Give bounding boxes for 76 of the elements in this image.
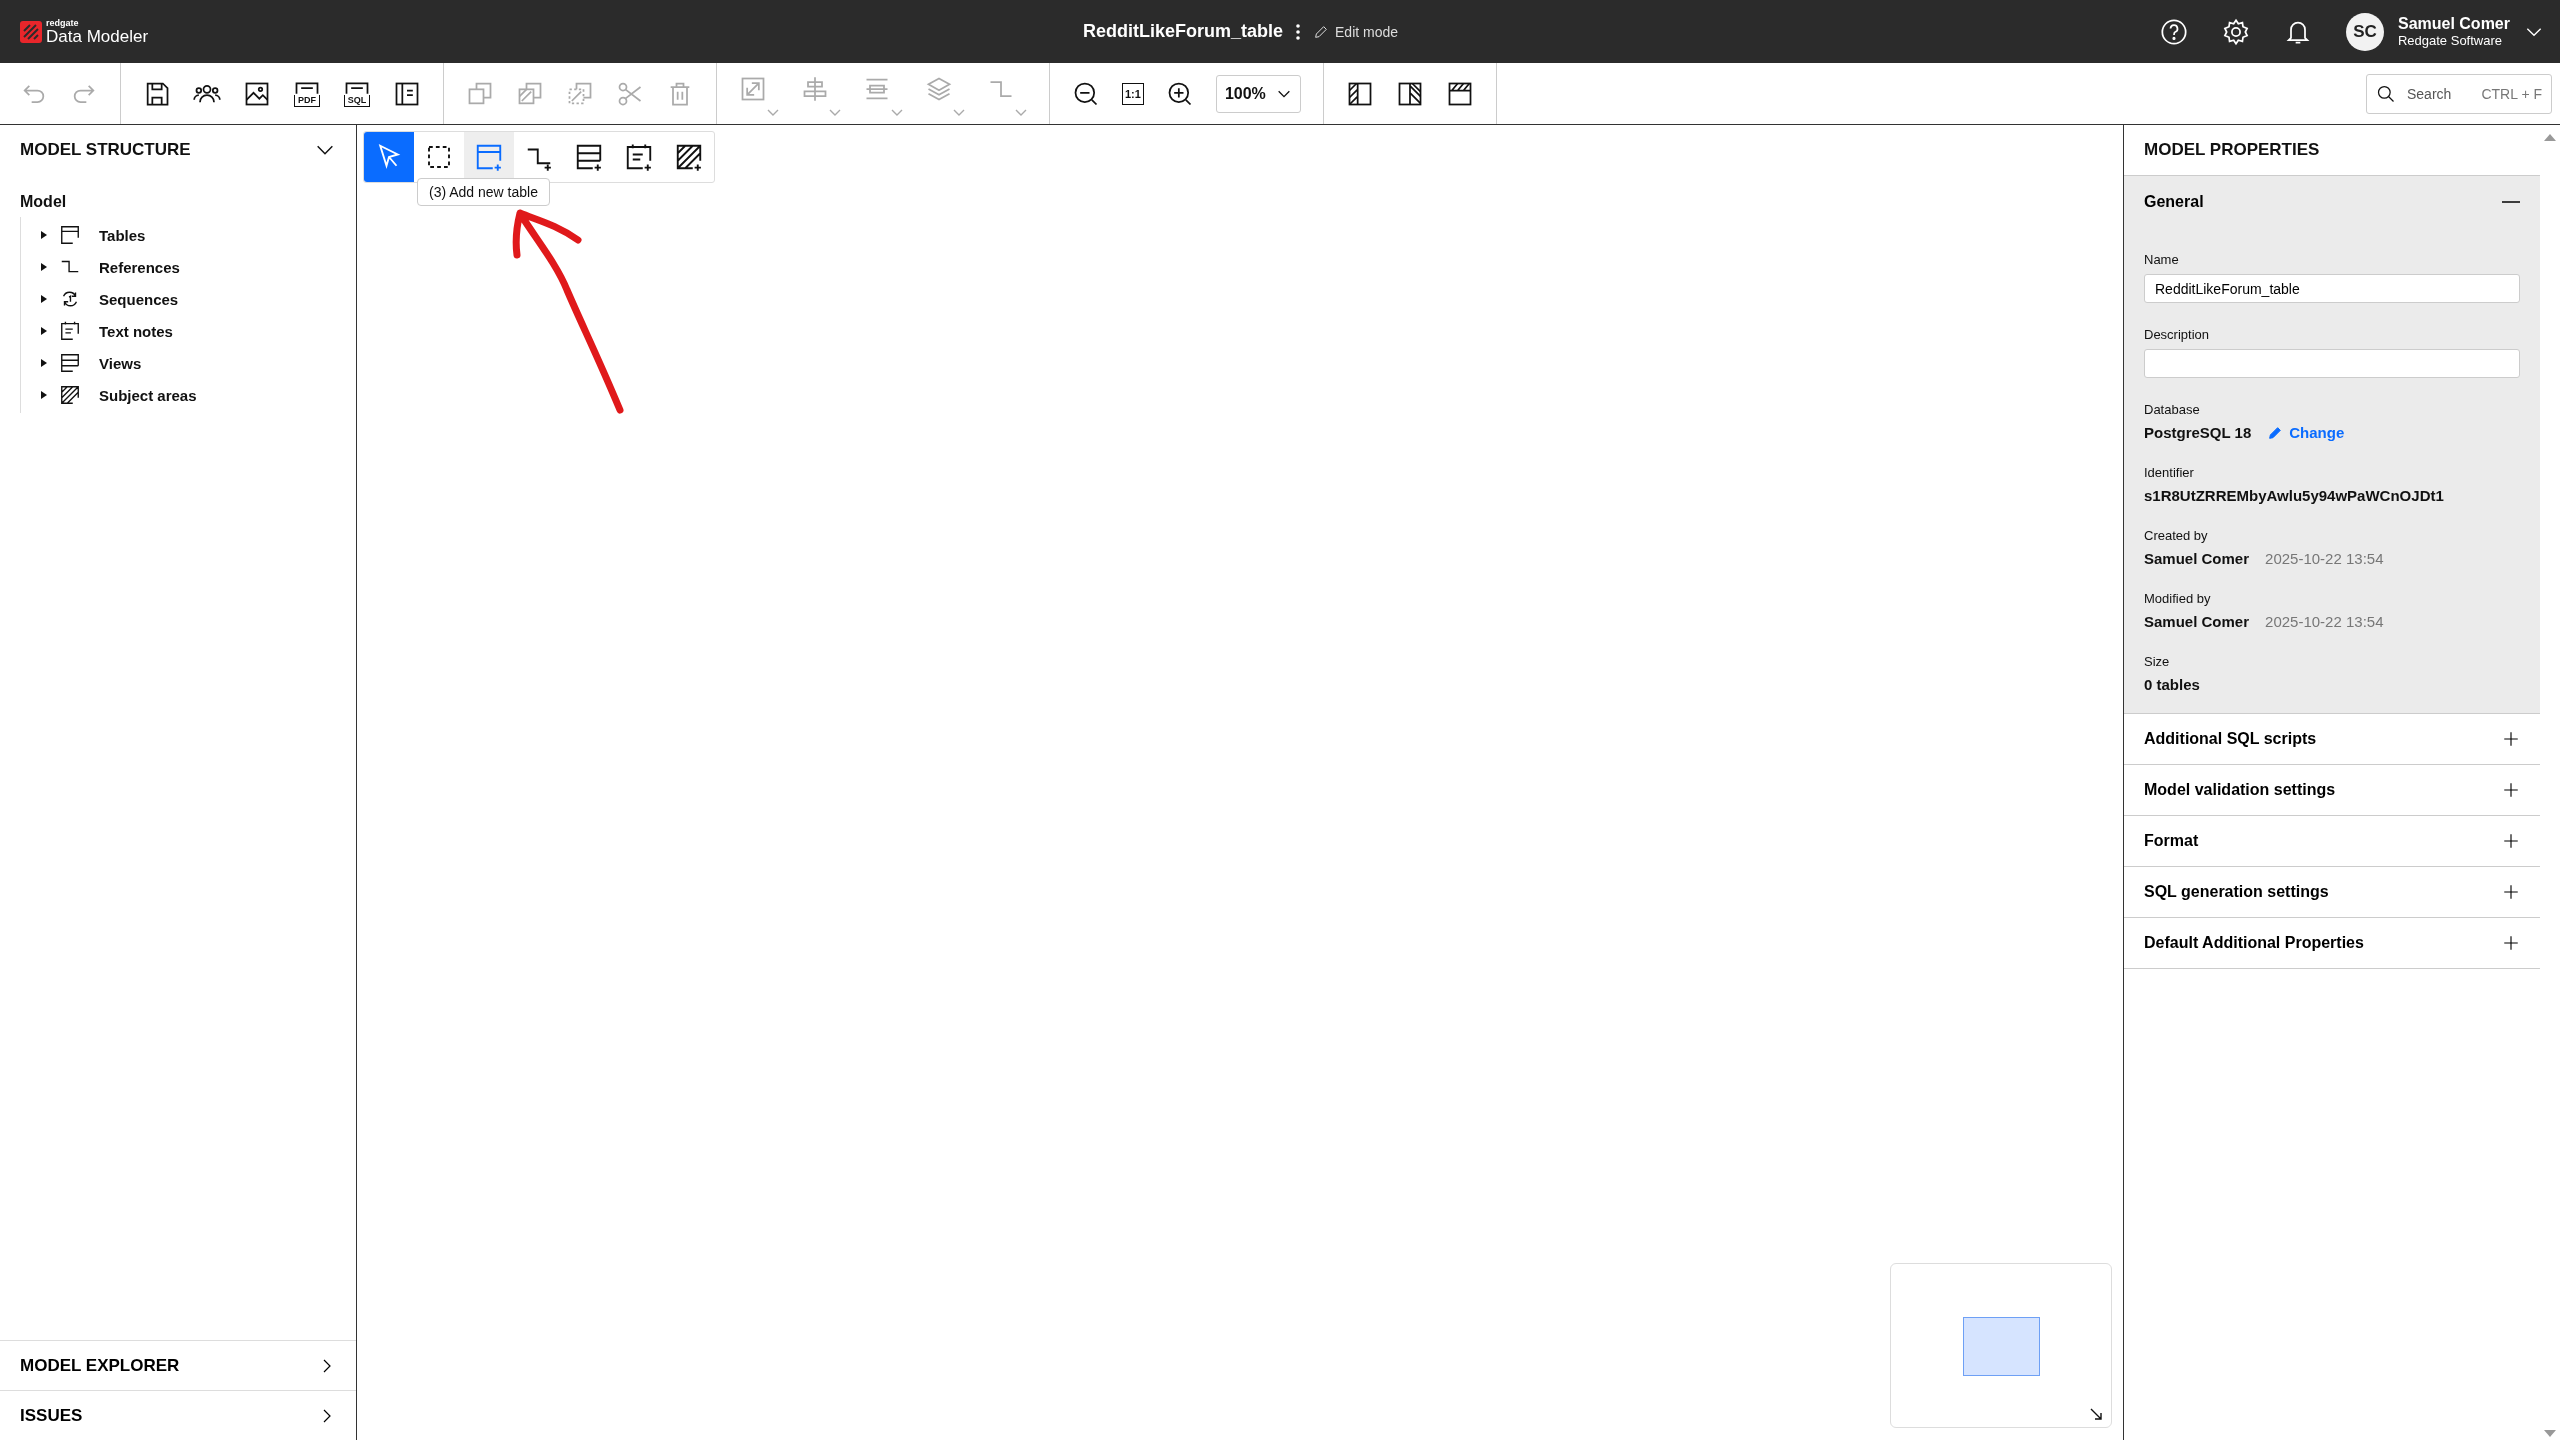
field-label: Created by [2144,528,2209,543]
keyboard-shortcut: CTRL + F [2481,85,2542,102]
pencil-icon [1313,23,1330,40]
tree-item[interactable]: Sequences [99,290,179,308]
panel-title: MODEL STRUCTURE [20,140,191,160]
tree-item[interactable]: Subject areas [99,386,197,404]
field-value: PostgreSQL 18 [2144,424,2252,441]
timestamp: 2025-10-22 13:54 [2265,550,2384,567]
field-value: s1R8UtZRREMbyAwlu5y94wPaWCnOJDt1 [2144,487,2444,504]
user-avatar[interactable]: SC [2345,12,2384,51]
tree-root[interactable]: Model [0,175,356,217]
tree-item[interactable]: Views [99,354,142,372]
tree-item[interactable]: Tables [99,226,146,244]
note-icon [59,320,81,342]
field-label: Name [2144,252,2180,267]
field-label: Database [2144,402,2201,417]
field-value: Samuel Comer [2144,550,2250,567]
scroll-up-icon[interactable] [2544,133,2556,141]
pencil-icon [2267,424,2284,441]
settings-icon [2221,17,2250,46]
field-value: 0 tables [2144,676,2200,693]
add-area-icon [674,142,704,172]
expand-icon [2502,730,2520,748]
section-header[interactable]: Default Additional Properties [2124,918,2540,969]
field-label: Identifier [2144,465,2195,480]
tree-item[interactable]: Text notes [99,322,173,340]
tooltip: (3) Add new table [417,178,550,206]
section-header[interactable]: Additional SQL scripts [2124,714,2540,765]
align-icon [801,74,829,103]
scroll-down-icon[interactable] [2544,1430,2556,1438]
collapsed-panel-header[interactable]: ISSUES [0,1390,356,1440]
brand-name: redgate [46,18,80,28]
panel-title: MODEL PROPERTIES [2144,140,2320,160]
change-link[interactable]: Change [2267,424,2345,441]
expand-icon [2502,883,2520,901]
field-label: Modified by [2144,591,2212,606]
view-icon [59,352,81,374]
section-header[interactable]: Format [2124,816,2540,867]
edit-mode-label[interactable]: Edit mode [1335,23,1399,40]
expand-caret-icon[interactable] [39,390,49,400]
add-view-icon [574,142,604,172]
toolbar-button[interactable]: PDF [293,75,321,112]
subject-area-icon [59,384,81,406]
expand-caret-icon[interactable] [39,262,49,272]
tree-item[interactable]: References [99,258,180,276]
document-title: RedditLikeForum_table [1083,21,1284,42]
product-name: Data Modeler [46,27,149,45]
user-name: Samuel Comer [2397,15,2510,33]
help-icon [2159,17,2188,46]
field-value: Samuel Comer [2144,613,2250,630]
section-header[interactable]: SQL generation settings [2124,867,2540,918]
more-options-icon[interactable] [1295,21,1302,42]
expand-caret-icon[interactable] [39,230,49,240]
text-input[interactable] [2144,349,2520,378]
expand-caret-icon[interactable] [39,358,49,368]
timestamp: 2025-10-22 13:54 [2265,613,2384,630]
resize-arrow-icon[interactable] [2089,1407,2103,1421]
toolbar-button[interactable]: SQL [343,75,371,112]
logo-icon [20,20,42,43]
collapsed-panel-header[interactable]: MODEL EXPLORER [0,1340,356,1390]
table-icon [59,224,81,246]
add-note-icon [624,142,654,172]
field-label: Size [2144,654,2171,669]
field-label: Description [2144,327,2211,342]
add-table-icon [474,142,504,172]
expand-icon [2502,781,2520,799]
expand-caret-icon[interactable] [39,294,49,304]
section-header[interactable]: Model validation settings [2124,765,2540,816]
expand-caret-icon[interactable] [39,326,49,336]
search-icon [2376,83,2396,104]
section-header[interactable]: General [2144,176,2520,228]
expand-icon [2502,832,2520,850]
zoom-select[interactable]: 100% [1215,74,1301,113]
user-organization: Redgate Software [2397,33,2504,48]
text-input[interactable]: RedditLikeForum_table [2144,274,2520,303]
expand-icon [2502,934,2520,952]
